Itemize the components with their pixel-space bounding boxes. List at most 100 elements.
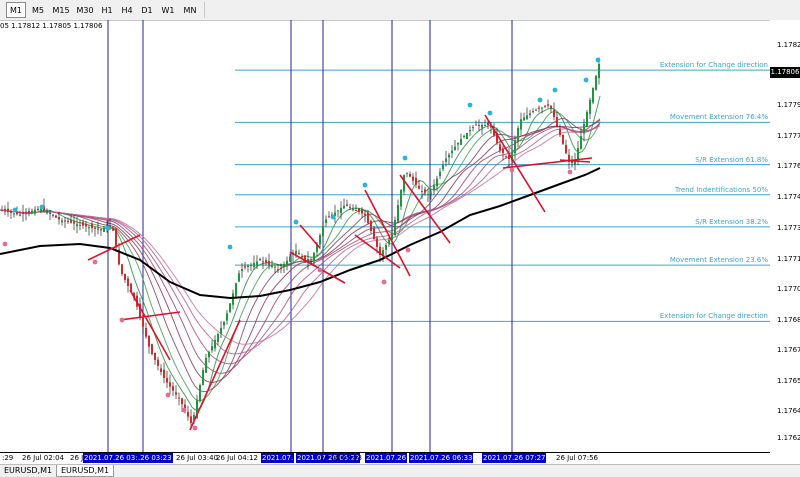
candle-body	[478, 125, 480, 126]
candle-body	[397, 205, 399, 222]
candle-body	[562, 134, 564, 144]
candle-body	[187, 411, 189, 417]
timeframe-w1-button[interactable]: W1	[158, 2, 178, 18]
candle-body	[214, 340, 216, 349]
candle-body	[400, 190, 402, 207]
candle-body	[361, 209, 363, 214]
candle-body	[535, 109, 537, 111]
candle-body	[592, 88, 594, 103]
fractal-down-dot	[181, 407, 187, 413]
candle-body	[421, 191, 423, 192]
candle-body	[145, 327, 147, 337]
candle-body	[385, 245, 387, 250]
candle-body	[82, 222, 84, 226]
fractal-up-dot	[595, 57, 601, 63]
candle-body	[241, 269, 243, 272]
candle-body	[367, 212, 369, 223]
level-label: Movement Extension 23.6%	[669, 256, 768, 265]
candle-body	[19, 214, 21, 216]
candle-body	[364, 213, 366, 215]
timeframe-m1-button[interactable]: M1	[6, 2, 26, 18]
price-chart[interactable]	[0, 20, 770, 452]
level-label: S/R Extension 38.2%	[695, 217, 768, 226]
chart-tab-active[interactable]: EURUSD,M1	[56, 465, 114, 477]
level-label: S/R Extension 61.8%	[695, 155, 768, 164]
candle-body	[586, 112, 588, 127]
timeframe-mn-button[interactable]: MN	[180, 2, 200, 18]
candle-body	[373, 228, 375, 239]
candle-body	[286, 260, 288, 267]
candle-body	[406, 172, 408, 174]
timeframe-m5-button[interactable]: M5	[28, 2, 48, 18]
timeframe-d1-button[interactable]: D1	[138, 2, 156, 18]
fractal-markers	[2, 57, 601, 431]
candle-body	[52, 214, 54, 216]
candle-body	[325, 219, 327, 224]
candle-body	[355, 210, 357, 212]
fractal-down-dot	[92, 259, 98, 265]
candle-body	[79, 225, 81, 226]
fractal-up-dot	[552, 87, 558, 93]
candle-body	[424, 189, 426, 193]
chart-tab[interactable]: EURUSD,M1	[0, 465, 52, 477]
candle-body	[76, 224, 78, 227]
candle-body	[232, 293, 234, 305]
price-label: 1.17685	[777, 316, 800, 324]
fractal-down-dot	[192, 425, 198, 431]
candle-body	[430, 192, 432, 194]
timeframe-toolbar: M1 M5 M15 M30 H1 H4 D1 W1 MN	[0, 0, 800, 21]
candle-body	[433, 185, 435, 191]
level-label: Extension for Change direction	[659, 61, 768, 70]
candle-body	[547, 104, 549, 106]
candle-body	[502, 148, 504, 153]
timeframe-m30-button[interactable]: M30	[74, 2, 96, 18]
candle-body	[412, 176, 414, 181]
price-axis[interactable]: 1.17820 1.17806 1.17790 1.17775 1.17760 …	[770, 20, 800, 453]
price-label: 1.17625	[777, 434, 800, 442]
candle-body	[451, 150, 453, 154]
fractal-up-dot	[362, 182, 368, 188]
candle-body	[10, 211, 12, 213]
candle-body	[268, 260, 270, 265]
candle-body	[544, 105, 546, 107]
candle-body	[556, 117, 558, 126]
candle-body	[271, 266, 273, 267]
candle-body	[103, 228, 105, 232]
candle-body	[559, 128, 561, 135]
candle-body	[25, 211, 27, 213]
candle-body	[580, 136, 582, 150]
price-label: 1.17790	[777, 101, 800, 109]
candle-body	[565, 144, 567, 153]
candle-body	[142, 318, 144, 327]
candle-body	[73, 221, 75, 224]
candle-body	[376, 238, 378, 247]
ribbon-line	[0, 125, 601, 355]
price-label: 1.17700	[777, 285, 800, 293]
fractal-up-dot	[467, 102, 473, 108]
price-label: 1.17745	[777, 193, 800, 201]
candle-body	[124, 273, 126, 280]
time-label: 26 Jul 04:12	[216, 454, 258, 462]
candle-body	[526, 115, 528, 120]
candle-body	[370, 220, 372, 231]
timeframe-h4-button[interactable]: H4	[118, 2, 136, 18]
time-highlight-label: 2021.07.26	[365, 453, 408, 463]
timeframe-h1-button[interactable]: H1	[98, 2, 116, 18]
price-label: 1.17730	[777, 224, 800, 232]
candle-body	[529, 113, 531, 116]
fractal-up-dot	[227, 244, 233, 250]
candle-body	[583, 124, 585, 134]
timeframe-m15-button[interactable]: M15	[50, 2, 72, 18]
fractal-up-dot	[330, 214, 336, 220]
candle-body	[418, 185, 420, 189]
ribbon-line	[0, 119, 601, 383]
moving-average	[0, 167, 601, 300]
fractal-down-dot	[119, 317, 125, 323]
candle-body	[337, 210, 339, 212]
candle-body	[520, 119, 522, 130]
candle-body	[199, 385, 201, 402]
candle-body	[481, 125, 483, 128]
fractal-up-dot	[402, 155, 408, 161]
time-axis[interactable]: :29 26 Jul 02:04 26 Jul 02:35 2021.07.26…	[0, 452, 770, 464]
candle-body	[88, 227, 90, 229]
